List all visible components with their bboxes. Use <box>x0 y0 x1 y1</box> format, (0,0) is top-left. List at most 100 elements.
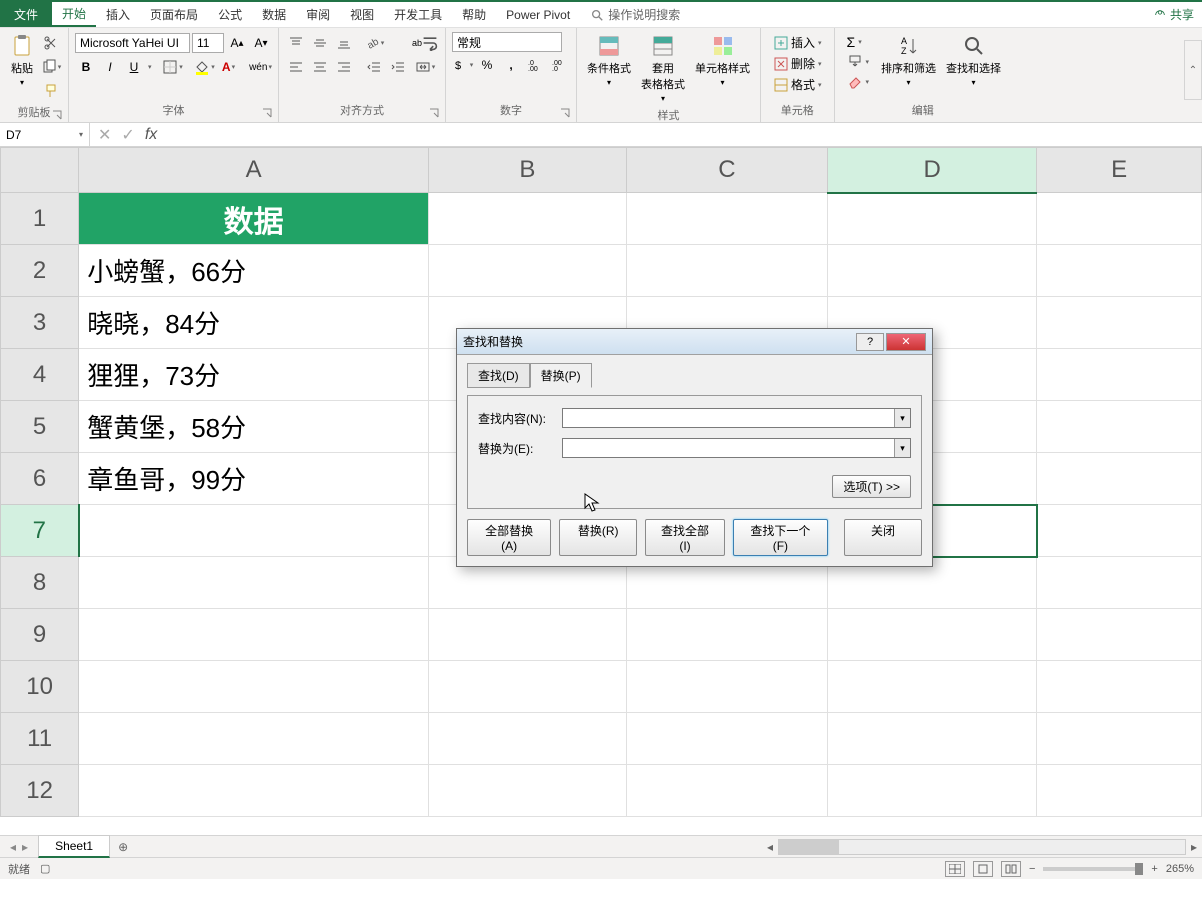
cell-A5[interactable]: 蟹黄堡，58分 <box>79 401 429 453</box>
select-all-corner[interactable] <box>1 148 79 193</box>
increase-indent-button[interactable] <box>387 56 409 78</box>
menu-pagelayout[interactable]: 页面布局 <box>140 2 208 27</box>
cell-C2[interactable] <box>626 245 827 297</box>
sort-filter-button[interactable]: AZ排序和筛选▾ <box>877 32 940 89</box>
row-header[interactable]: 2 <box>1 245 79 297</box>
copy-button[interactable]: ▾ <box>40 56 62 78</box>
borders-button[interactable]: ▾ <box>162 56 184 78</box>
cell-E2[interactable] <box>1037 245 1202 297</box>
row-header[interactable]: 6 <box>1 453 79 505</box>
cell-C12[interactable] <box>626 765 827 817</box>
cell-A12[interactable] <box>79 765 429 817</box>
cell-A10[interactable] <box>79 661 429 713</box>
menu-developer[interactable]: 开发工具 <box>384 2 452 27</box>
align-left-button[interactable] <box>285 56 307 78</box>
menu-home[interactable]: 开始 <box>52 2 96 27</box>
percent-button[interactable]: % <box>476 54 498 76</box>
insert-cells-button[interactable]: 插入▾ <box>767 32 828 53</box>
number-format-combo[interactable] <box>452 32 562 52</box>
zoom-slider[interactable] <box>1043 867 1143 871</box>
cell-A8[interactable] <box>79 557 429 609</box>
cell-E1[interactable] <box>1037 193 1202 245</box>
font-name-combo[interactable] <box>75 33 190 53</box>
cell-A1[interactable]: 数据 <box>79 193 429 245</box>
wrap-text-button[interactable]: ab <box>411 32 439 54</box>
underline-button[interactable]: U <box>123 56 145 78</box>
orientation-button[interactable]: ab▾ <box>363 32 385 54</box>
fx-button[interactable]: fx <box>145 126 157 144</box>
align-center-button[interactable] <box>309 56 331 78</box>
delete-cells-button[interactable]: 删除▾ <box>767 53 828 74</box>
find-next-button[interactable]: 查找下一个(F) <box>733 519 828 556</box>
name-box[interactable]: D7▾ <box>0 123 90 146</box>
cell-A7[interactable] <box>79 505 429 557</box>
font-color-button[interactable]: A▾ <box>218 56 240 78</box>
find-dropdown[interactable]: ▾ <box>894 409 910 427</box>
decrease-decimal-button[interactable]: .00.0 <box>548 54 570 76</box>
column-header[interactable]: B <box>429 148 627 193</box>
menu-tellme[interactable]: 操作说明搜索 <box>580 2 690 27</box>
dialog-launcher-icon[interactable] <box>560 108 570 118</box>
normal-view-button[interactable] <box>945 861 965 877</box>
find-input[interactable] <box>563 409 894 427</box>
menu-review[interactable]: 审阅 <box>296 2 340 27</box>
column-header[interactable]: D <box>828 148 1037 193</box>
fill-color-button[interactable]: ▾ <box>194 56 216 78</box>
enter-formula-button[interactable]: ✓ <box>121 125 134 145</box>
cell-D2[interactable] <box>828 245 1037 297</box>
cell-E8[interactable] <box>1037 557 1202 609</box>
cell-E5[interactable] <box>1037 401 1202 453</box>
cell-E11[interactable] <box>1037 713 1202 765</box>
menu-formulas[interactable]: 公式 <box>208 2 252 27</box>
cell-E12[interactable] <box>1037 765 1202 817</box>
align-top-button[interactable] <box>285 32 307 54</box>
column-header[interactable]: A <box>79 148 429 193</box>
format-painter-button[interactable] <box>40 80 62 102</box>
cell-A9[interactable] <box>79 609 429 661</box>
cut-button[interactable] <box>40 32 62 54</box>
cell-B1[interactable] <box>429 193 627 245</box>
cell-styles-button[interactable]: 单元格样式▾ <box>691 32 754 89</box>
increase-decimal-button[interactable]: .0.00 <box>524 54 546 76</box>
row-header[interactable]: 8 <box>1 557 79 609</box>
cell-E10[interactable] <box>1037 661 1202 713</box>
collapse-ribbon-button[interactable]: ⌃ <box>1184 40 1202 100</box>
menu-powerpivot[interactable]: Power Pivot <box>496 2 580 27</box>
clear-button[interactable]: ▾ <box>841 72 876 92</box>
cell-B12[interactable] <box>429 765 627 817</box>
cell-A6[interactable]: 章鱼哥，99分 <box>79 453 429 505</box>
dialog-launcher-icon[interactable] <box>262 108 272 118</box>
menu-file[interactable]: 文件 <box>0 2 52 27</box>
cell-C10[interactable] <box>626 661 827 713</box>
cell-A3[interactable]: 晓晓，84分 <box>79 297 429 349</box>
menu-view[interactable]: 视图 <box>340 2 384 27</box>
zoom-level[interactable]: 265% <box>1166 863 1194 875</box>
cell-C1[interactable] <box>626 193 827 245</box>
find-all-button[interactable]: 查找全部(I) <box>645 519 725 556</box>
zoom-out-button[interactable]: − <box>1029 863 1035 875</box>
column-header[interactable]: E <box>1037 148 1202 193</box>
decrease-indent-button[interactable] <box>363 56 385 78</box>
new-sheet-button[interactable]: ⊕ <box>110 840 136 854</box>
comma-button[interactable]: , <box>500 54 522 76</box>
align-right-button[interactable] <box>333 56 355 78</box>
cell-E4[interactable] <box>1037 349 1202 401</box>
italic-button[interactable]: I <box>99 56 121 78</box>
cell-B11[interactable] <box>429 713 627 765</box>
cell-D12[interactable] <box>828 765 1037 817</box>
merge-button[interactable]: ▾ <box>411 56 439 78</box>
cell-D9[interactable] <box>828 609 1037 661</box>
cell-D11[interactable] <box>828 713 1037 765</box>
cell-A2[interactable]: 小螃蟹，66分 <box>79 245 429 297</box>
increase-font-button[interactable]: A▴ <box>226 32 248 54</box>
pagebreak-view-button[interactable] <box>1001 861 1021 877</box>
pagelayout-view-button[interactable] <box>973 861 993 877</box>
row-header[interactable]: 9 <box>1 609 79 661</box>
cell-B10[interactable] <box>429 661 627 713</box>
share-button[interactable]: 共享 <box>1153 2 1194 27</box>
cell-E3[interactable] <box>1037 297 1202 349</box>
paste-button[interactable]: 粘贴▾ <box>6 32 38 89</box>
replace-button[interactable]: 替换(R) <box>559 519 637 556</box>
cancel-formula-button[interactable]: ✕ <box>98 125 111 145</box>
sheet-tab[interactable]: Sheet1 <box>38 835 110 858</box>
